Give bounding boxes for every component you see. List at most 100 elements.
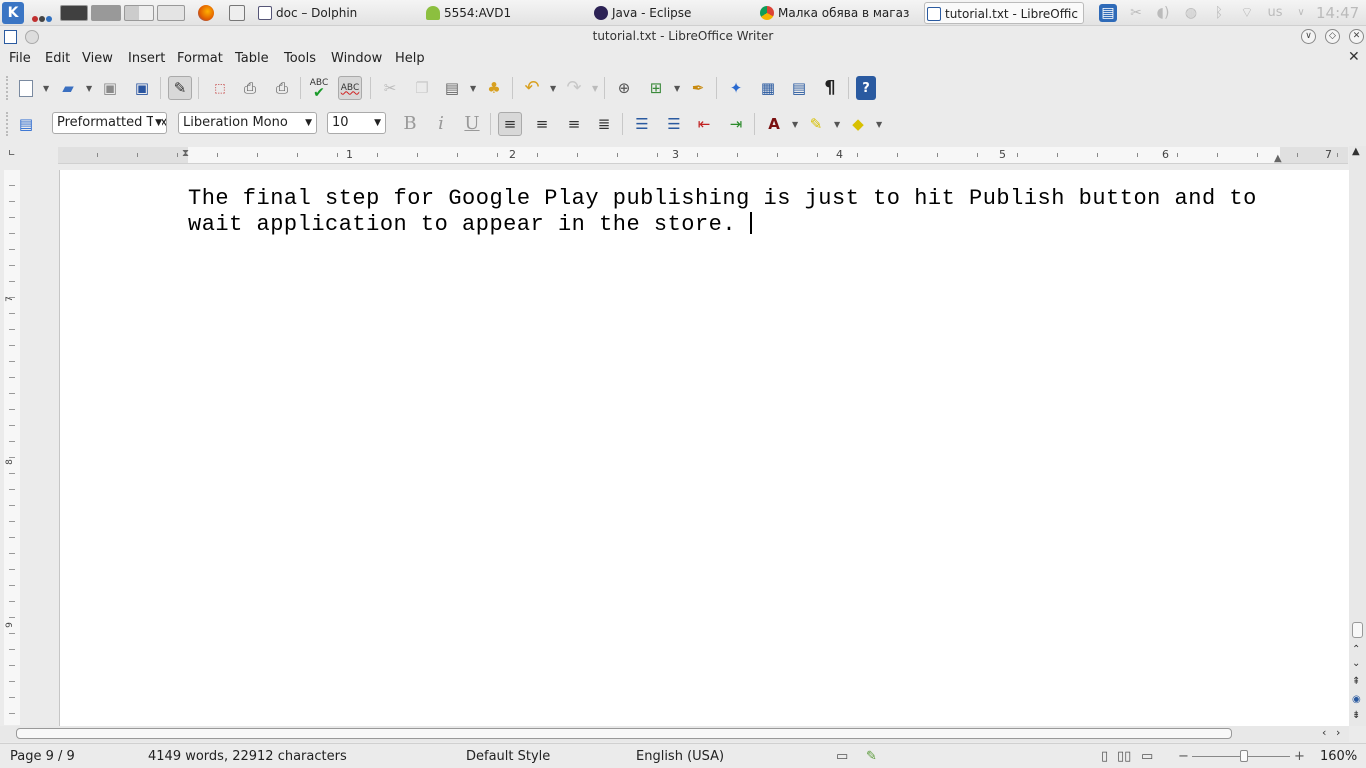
minimize-button[interactable]: ∨ (1301, 29, 1316, 44)
maximize-button[interactable]: ◇ (1325, 29, 1340, 44)
new-dropdown-icon[interactable]: ▼ (43, 84, 49, 93)
close-document-icon[interactable]: ✕ (1348, 49, 1360, 65)
task-avd[interactable]: 5554:AVD1 (424, 2, 584, 24)
underline-button[interactable]: U (460, 112, 484, 136)
activities-icon[interactable] (32, 11, 54, 22)
save-icon[interactable]: ▣ (98, 76, 122, 100)
align-right-icon[interactable]: ≡ (562, 112, 586, 136)
background-color-dropdown-icon[interactable]: ▼ (876, 120, 882, 129)
align-center-icon[interactable]: ≡ (530, 112, 554, 136)
clone-formatting-icon[interactable]: ♣ (482, 76, 506, 100)
menu-tools[interactable]: Tools (284, 50, 316, 68)
menu-table[interactable]: Table (235, 50, 269, 68)
menu-help[interactable]: Help (395, 50, 425, 68)
menu-edit[interactable]: Edit (45, 50, 70, 68)
export-pdf-icon[interactable]: ⬚ (208, 76, 232, 100)
justify-icon[interactable]: ≣ (592, 112, 616, 136)
data-sources-icon[interactable]: ▤ (787, 76, 811, 100)
document-page[interactable]: The final step for Google Play publishin… (59, 170, 1349, 726)
network-icon[interactable]: ◍ (1182, 4, 1200, 22)
task-eclipse[interactable]: Java - Eclipse (592, 2, 752, 24)
save-as-icon[interactable]: ▣ (130, 76, 154, 100)
menu-window[interactable]: Window (331, 50, 382, 68)
hscroll-thumb[interactable] (16, 728, 1232, 739)
navigator-icon[interactable]: ✦ (724, 76, 748, 100)
table-dropdown-icon[interactable]: ▼ (674, 84, 680, 93)
font-color-dropdown-icon[interactable]: ▼ (792, 120, 798, 129)
background-color-icon[interactable]: ◆ (846, 112, 870, 136)
horizontal-scrollbar[interactable]: ‹ › (0, 726, 1349, 742)
bluetooth-icon[interactable]: ᛒ (1210, 4, 1228, 22)
nonprinting-characters-icon[interactable]: ¶ (818, 76, 842, 100)
open-folder-icon[interactable]: ▰ (56, 76, 80, 100)
copy-icon[interactable]: ❐ (410, 76, 434, 100)
task-chrome[interactable]: Малка обява в магази (758, 2, 910, 24)
vertical-scrollbar[interactable]: ▲ ⌃ ⌄ ⇞ ◉ ⇟ (1349, 146, 1366, 726)
paragraph-style-select[interactable]: Preformatted Text ▼ (52, 112, 167, 134)
zoom-in-icon[interactable]: + (1294, 749, 1305, 764)
highlighting-icon[interactable]: ✎ (804, 112, 828, 136)
highlighting-dropdown-icon[interactable]: ▼ (834, 120, 840, 129)
open-dropdown-icon[interactable]: ▼ (86, 84, 92, 93)
scissors-icon[interactable]: ✂ (1127, 4, 1145, 22)
paste-icon[interactable]: ▤ (440, 76, 464, 100)
font-color-icon[interactable]: A (762, 112, 786, 136)
zoom-out-icon[interactable]: − (1178, 749, 1189, 764)
vertical-ruler[interactable]: 7 8 9 (4, 170, 20, 725)
task-dolphin[interactable]: doc – Dolphin (256, 2, 416, 24)
paste-dropdown-icon[interactable]: ▼ (470, 84, 476, 93)
scroll-right-icon[interactable]: › (1336, 726, 1340, 739)
new-document-icon[interactable] (14, 76, 38, 100)
zoom-slider-handle[interactable] (1240, 750, 1248, 762)
document-body[interactable]: The final step for Google Play publishin… (188, 186, 1268, 238)
desktop-2-pager[interactable] (91, 5, 121, 21)
tab-stop-selector-icon[interactable]: ∟ (8, 149, 16, 159)
zoom-level[interactable]: 160% (1320, 749, 1357, 764)
gallery-icon[interactable]: ▦ (756, 76, 780, 100)
spellcheck-icon[interactable]: ABC ✔ (307, 76, 331, 100)
scroll-left-icon[interactable]: ‹ (1322, 726, 1326, 739)
edit-mode-pencil-icon[interactable]: ✎ (168, 76, 192, 100)
page-style[interactable]: Default Style (466, 749, 550, 764)
increase-indent-icon[interactable]: ⇥ (724, 112, 748, 136)
undo-dropdown-icon[interactable]: ▼ (550, 84, 556, 93)
cut-icon[interactable]: ✂ (378, 76, 402, 100)
decrease-indent-icon[interactable]: ⇤ (692, 112, 716, 136)
help-icon[interactable]: ? (856, 76, 876, 100)
hyperlink-icon[interactable]: ⊕ (612, 76, 636, 100)
print-icon[interactable]: ⎙ (238, 76, 262, 100)
desktop-1-pager[interactable] (60, 5, 88, 21)
styles-and-formatting-icon[interactable]: ▤ (14, 112, 38, 136)
font-size-select[interactable]: 10 ▼ (327, 112, 386, 134)
task-libreoffice[interactable]: tutorial.txt - LibreOffic (924, 2, 1084, 24)
bold-button[interactable]: B (398, 112, 422, 136)
toolbar-grip[interactable] (6, 112, 10, 136)
document-modified-icon[interactable]: ✎ (866, 749, 877, 764)
clock[interactable]: 14:47 (1316, 4, 1359, 22)
font-name-select[interactable]: Liberation Mono ▼ (178, 112, 317, 134)
desktop-4-pager[interactable] (157, 5, 185, 21)
toolbar-grip[interactable] (6, 76, 10, 100)
print-preview-icon[interactable]: ⎙ (270, 76, 294, 100)
scroll-up-small-icon[interactable]: ⌃ (1352, 644, 1360, 655)
numbered-list-icon[interactable]: ☰ (630, 112, 654, 136)
scroll-thumb[interactable] (1352, 622, 1363, 638)
insert-table-icon[interactable]: ⊞ (644, 76, 668, 100)
desktop-3-pager[interactable] (124, 5, 154, 21)
autospellcheck-icon[interactable]: ABC (338, 76, 362, 100)
menu-insert[interactable]: Insert (128, 50, 165, 68)
application-launcher-icon[interactable]: K (2, 2, 24, 24)
scroll-up-icon[interactable]: ▲ (1352, 146, 1360, 157)
menu-view[interactable]: View (82, 50, 113, 68)
show-draw-functions-icon[interactable]: ✒ (686, 76, 710, 100)
tray-expand-icon[interactable]: ∨ (1292, 4, 1310, 22)
word-count[interactable]: 4149 words, 22912 characters (148, 749, 347, 764)
volume-icon[interactable]: ◖) (1154, 4, 1172, 22)
next-page-icon[interactable]: ⇟ (1352, 710, 1360, 721)
single-page-view-icon[interactable]: ▯ (1101, 749, 1108, 764)
text-language[interactable]: English (USA) (636, 749, 724, 764)
firefox-icon[interactable] (198, 5, 214, 21)
multi-page-view-icon[interactable]: ▯▯ (1117, 749, 1131, 764)
book-view-icon[interactable]: ▭ (1141, 749, 1153, 764)
bullet-list-icon[interactable]: ☰ (662, 112, 686, 136)
